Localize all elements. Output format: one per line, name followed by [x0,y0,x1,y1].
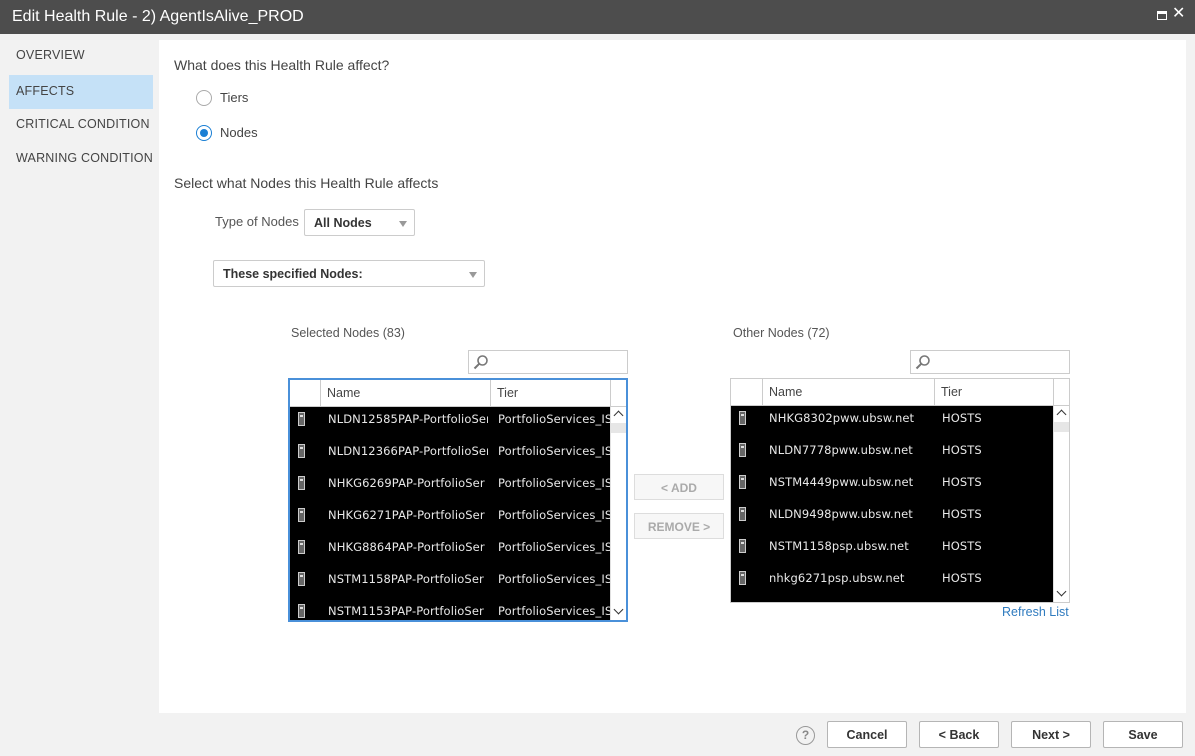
other-nodes-title: Other Nodes (72) [733,326,830,340]
node-tier: PortfolioServices_IS [498,540,610,554]
save-button[interactable]: Save [1103,721,1183,748]
node-tier: HOSTS [942,411,982,425]
refresh-list-link[interactable]: Refresh List [1002,605,1069,619]
select-column-header [731,379,763,405]
sidebar-item-overview[interactable]: OVERVIEW [9,39,153,73]
node-tier: PortfolioServices_IS [498,412,610,426]
node-icon [298,444,305,458]
other-nodes-search[interactable] [910,350,1070,374]
tiers-radio-label: Tiers [220,90,249,105]
scroll-up-icon[interactable] [614,409,623,418]
other-nodes-body: NHKG8302pww.ubsw.net HOSTS NLDN7778pww.ub… [731,406,1053,602]
node-name: NHKG6269PAP-PortfolioSer [328,476,485,490]
selected-nodes-scrollbar[interactable] [610,407,626,620]
affects-question: What does this Health Rule affect? [174,57,390,73]
node-name: NLDN7778pww.ubsw.net [769,443,913,457]
search-icon [915,355,930,370]
selected-nodes-title: Selected Nodes (83) [291,326,405,340]
chevron-down-icon [399,221,407,227]
name-column-header[interactable]: Name [321,380,491,406]
node-tier: HOSTS [942,539,982,553]
scroll-down-icon[interactable] [1057,588,1066,597]
node-icon [298,476,305,490]
tier-column-header[interactable]: Tier [491,380,611,406]
node-scope-select[interactable]: These specified Nodes: [213,260,485,287]
window-title: Edit Health Rule - 2) AgentIsAlive_PROD [12,8,304,25]
nodes-radio-label: Nodes [220,125,258,140]
node-name: NSTM4449pww.ubsw.net [769,475,914,489]
node-name: NHKG8864PAP-PortfolioSer [328,540,485,554]
node-name: NHKG6271PAP-PortfolioSer [328,508,485,522]
maximize-icon[interactable] [1156,9,1170,23]
scroll-up-icon[interactable] [1057,408,1066,417]
node-tier: HOSTS [942,507,982,521]
grid-header: Name Tier [731,379,1069,406]
node-tier: PortfolioServices_IS [498,604,610,618]
node-scope-value: These specified Nodes: [223,267,363,281]
node-icon [739,539,746,553]
node-icon [739,571,746,585]
scrollbar-thumb[interactable] [611,423,626,433]
other-nodes-search-input[interactable] [933,353,1067,371]
node-tier: PortfolioServices_IS [498,508,610,522]
sidebar-item-affects[interactable]: AFFECTS [9,75,153,109]
node-tier: PortfolioServices_IS [498,476,610,490]
selected-nodes-grid[interactable]: Name Tier NLDN12585PAP-PortfolioSer Portf… [288,378,628,622]
node-icon [739,475,746,489]
sidebar-item-critical-condition[interactable]: CRITICAL CONDITION [9,108,153,142]
back-button[interactable]: < Back [919,721,999,748]
chevron-down-icon [469,272,477,278]
cancel-button[interactable]: Cancel [827,721,907,748]
node-name: NHKG8302pww.ubsw.net [769,411,915,425]
add-button[interactable]: < ADD [634,474,724,500]
selected-nodes-search-input[interactable] [491,353,625,371]
node-name: NLDN9498pww.ubsw.net [769,507,913,521]
selected-nodes-body: NLDN12585PAP-PortfolioSer PortfolioServic… [290,407,610,620]
node-tier: PortfolioServices_IS [498,572,610,586]
node-name: NLDN12366PAP-PortfolioSer [328,444,488,458]
scroll-down-icon[interactable] [614,606,623,615]
node-name: NSTM1158psp.ubsw.net [769,539,909,553]
tier-column-header[interactable]: Tier [935,379,1054,405]
scrollbar-thumb[interactable] [1054,422,1069,432]
close-icon[interactable]: ✕ [1172,6,1186,22]
next-button[interactable]: Next > [1011,721,1091,748]
selected-nodes-search[interactable] [468,350,628,374]
type-of-nodes-value: All Nodes [314,216,372,230]
node-name: NLDN12585PAP-PortfolioSer [328,412,488,426]
type-of-nodes-label: Type of Nodes [215,214,299,229]
node-tier: PortfolioServices_IS [498,444,610,458]
remove-button[interactable]: REMOVE > [634,513,724,539]
node-name: NSTM1158PAP-PortfolioSer [328,572,484,586]
node-icon [739,443,746,457]
node-name: NSTM1153PAP-PortfolioSer [328,604,484,618]
nodes-radio[interactable] [196,125,212,141]
select-column-header [290,380,321,406]
tiers-radio[interactable] [196,90,212,106]
name-column-header[interactable]: Name [763,379,935,405]
node-icon [298,412,305,426]
grid-header: Name Tier [290,380,626,407]
search-icon [473,355,488,370]
node-icon [298,604,305,618]
type-of-nodes-select[interactable]: All Nodes [304,209,415,236]
node-icon [739,507,746,521]
other-nodes-scrollbar[interactable] [1053,406,1069,602]
question-circle-icon[interactable]: ? [796,726,815,745]
node-icon [298,508,305,522]
sidebar: OVERVIEW AFFECTS CRITICAL CONDITION WARN… [0,34,159,714]
node-tier: HOSTS [942,443,982,457]
node-icon [298,540,305,554]
node-icon [739,411,746,425]
node-tier: HOSTS [942,571,982,585]
other-nodes-grid[interactable]: Name Tier NHKG8302pww.ubsw.net HOSTS NLDN… [730,378,1070,603]
sidebar-item-warning-condition[interactable]: WARNING CONDITION [9,142,153,176]
node-tier: HOSTS [942,475,982,489]
nodes-section-title: Select what Nodes this Health Rule affec… [174,175,439,191]
node-icon [298,572,305,586]
window-titlebar: Edit Health Rule - 2) AgentIsAlive_PROD … [0,0,1195,34]
node-name: nhkg6271psp.ubsw.net [769,571,905,585]
